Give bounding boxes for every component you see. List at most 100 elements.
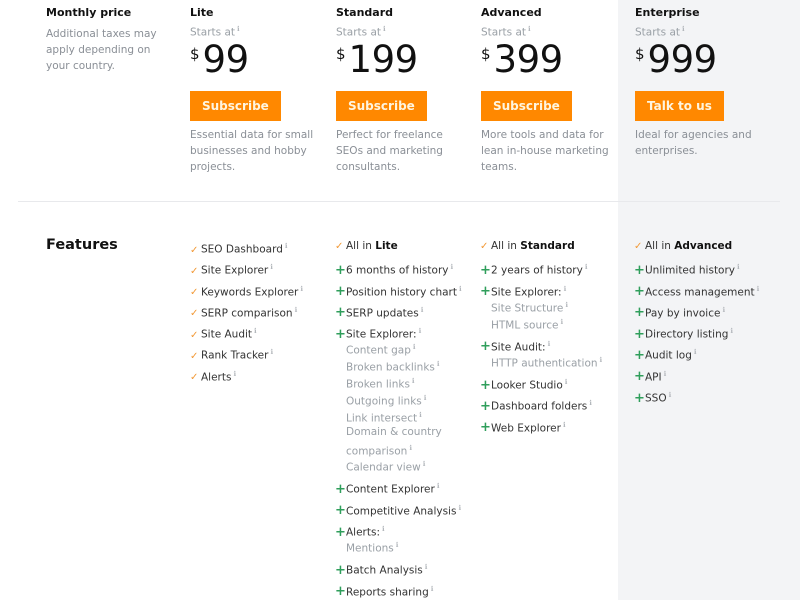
feature-label: Pay by invoice: [645, 307, 721, 320]
all-in-plan-name: Standard: [520, 240, 575, 252]
all-in-previous-plan: ✓ All in Standard: [480, 238, 602, 259]
feature-item: +2 years of history ℹ: [480, 259, 602, 280]
feature-label: SSO: [645, 392, 667, 405]
info-icon[interactable]: ℹ: [560, 318, 563, 326]
info-icon[interactable]: ℹ: [270, 263, 273, 271]
feature-label: Content Explorer: [346, 483, 435, 496]
check-icon: ✓: [190, 329, 199, 341]
info-icon[interactable]: ℹ: [737, 263, 740, 271]
info-icon[interactable]: ℹ: [694, 348, 697, 356]
info-icon[interactable]: ℹ: [730, 327, 733, 335]
feature-label: 2 years of history: [491, 264, 583, 277]
plus-icon: +: [634, 347, 645, 363]
feature-item: +Batch Analysis ℹ: [335, 559, 462, 580]
info-icon[interactable]: ℹ: [431, 585, 434, 593]
info-icon[interactable]: ℹ: [233, 370, 236, 378]
sub-feature-item: Domain & country comparison ℹ: [335, 425, 445, 457]
info-icon[interactable]: ℹ: [409, 444, 412, 452]
plan-description: More tools and data for lean in-house ma…: [481, 129, 609, 173]
feature-list-standard: ✓ All in Lite +6 months of history ℹ +Positi…: [335, 238, 462, 600]
feature-item: ✓ Keywords Explorer ℹ: [190, 281, 303, 302]
info-icon[interactable]: ℹ: [565, 378, 568, 386]
info-icon[interactable]: ℹ: [722, 306, 725, 314]
sub-feature-label: Calendar view: [346, 461, 421, 474]
info-icon[interactable]: ℹ: [664, 370, 667, 378]
sub-feature-item: Site Structure ℹ: [480, 298, 602, 315]
info-icon[interactable]: ℹ: [669, 391, 672, 399]
feature-list-advanced: ✓ All in Standard +2 years of history ℹ +Sit…: [480, 238, 602, 438]
plus-icon: +: [480, 262, 491, 278]
sub-feature-item: HTTP authentication ℹ: [480, 353, 602, 374]
info-icon[interactable]: ℹ: [450, 263, 453, 271]
info-icon[interactable]: ℹ: [548, 340, 551, 348]
pricing-page: Monthly price Additional taxes may apply…: [0, 0, 800, 600]
plus-icon: +: [634, 369, 645, 385]
plan-price: $399: [481, 38, 563, 81]
talk-to-us-button[interactable]: Talk to us: [635, 91, 724, 121]
info-icon[interactable]: ℹ: [396, 541, 399, 549]
starts-at-text: Starts at: [190, 26, 236, 39]
info-icon[interactable]: ℹ: [421, 306, 424, 314]
info-icon[interactable]: ℹ: [589, 399, 592, 407]
feature-label: Position history chart: [346, 286, 457, 299]
plus-icon: +: [335, 305, 346, 321]
info-icon[interactable]: ℹ: [419, 411, 422, 419]
feature-label: Audit log: [645, 349, 692, 362]
info-icon[interactable]: ℹ: [682, 25, 685, 33]
starts-at-text: Starts at: [481, 26, 527, 39]
sub-feature-label: Outgoing links: [346, 395, 422, 408]
info-icon[interactable]: ℹ: [270, 348, 273, 356]
info-icon[interactable]: ℹ: [437, 482, 440, 490]
plus-icon: +: [335, 262, 346, 278]
subscribe-button-advanced[interactable]: Subscribe: [481, 91, 572, 121]
currency-symbol: $: [190, 45, 200, 63]
info-icon[interactable]: ℹ: [383, 25, 386, 33]
info-icon[interactable]: ℹ: [285, 242, 288, 250]
info-icon[interactable]: ℹ: [437, 360, 440, 368]
info-icon[interactable]: ℹ: [459, 285, 462, 293]
feature-label: Alerts:: [346, 526, 381, 539]
feature-item: +Reports sharing ℹ: [335, 581, 462, 600]
sub-feature-item: HTML source ℹ: [480, 315, 602, 336]
sub-feature-item: Broken links ℹ: [335, 374, 462, 391]
info-icon[interactable]: ℹ: [419, 327, 422, 335]
sub-feature-label: Broken links: [346, 378, 410, 391]
info-icon[interactable]: ℹ: [585, 263, 588, 271]
plus-icon: +: [480, 284, 491, 300]
info-icon[interactable]: ℹ: [424, 394, 427, 402]
feature-item: +Site Explorer: ℹ: [480, 281, 602, 300]
info-icon[interactable]: ℹ: [237, 25, 240, 33]
info-icon[interactable]: ℹ: [563, 421, 566, 429]
feature-label: Alerts: [201, 371, 232, 384]
feature-list-enterprise: ✓ All in Advanced +Unlimited history ℹ +Acce…: [634, 238, 759, 408]
sub-feature-item: Content gap ℹ: [335, 340, 462, 357]
info-icon[interactable]: ℹ: [300, 285, 303, 293]
info-icon[interactable]: ℹ: [565, 301, 568, 309]
starts-at-label: Starts at ℹ: [635, 25, 685, 39]
feature-label: Access management: [645, 286, 755, 299]
feature-label: API: [645, 371, 662, 384]
info-icon[interactable]: ℹ: [412, 377, 415, 385]
subscribe-button-standard[interactable]: Subscribe: [336, 91, 427, 121]
all-in-plan-name: Lite: [375, 240, 398, 252]
info-icon[interactable]: ℹ: [757, 285, 760, 293]
info-icon[interactable]: ℹ: [564, 285, 567, 293]
info-icon[interactable]: ℹ: [295, 306, 298, 314]
info-icon[interactable]: ℹ: [425, 563, 428, 571]
currency-symbol: $: [481, 45, 491, 63]
plus-icon: +: [480, 377, 491, 393]
check-icon: ✓: [634, 241, 643, 252]
info-icon[interactable]: ℹ: [528, 25, 531, 33]
info-icon[interactable]: ℹ: [254, 327, 257, 335]
plus-icon: +: [634, 284, 645, 300]
info-icon[interactable]: ℹ: [600, 356, 603, 364]
plus-icon: +: [335, 326, 346, 342]
info-icon[interactable]: ℹ: [458, 504, 461, 512]
sub-feature-label: Site Structure: [491, 302, 564, 315]
plan-name: Standard: [336, 6, 394, 19]
subscribe-button-lite[interactable]: Subscribe: [190, 91, 281, 121]
info-icon[interactable]: ℹ: [382, 525, 385, 533]
info-icon[interactable]: ℹ: [413, 343, 416, 351]
plus-icon: +: [634, 326, 645, 342]
info-icon[interactable]: ℹ: [423, 460, 426, 468]
